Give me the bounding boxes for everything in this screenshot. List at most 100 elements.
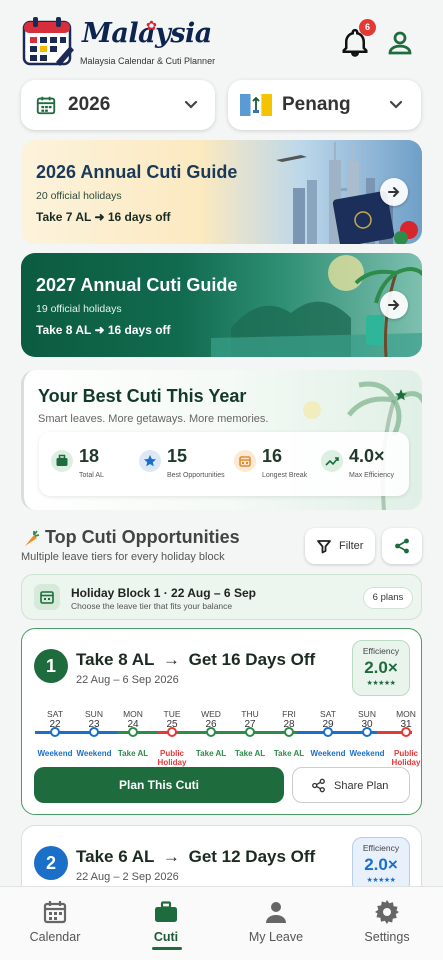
timeline-day: MON 31 Public Holiday xyxy=(386,709,426,767)
guide-card-2027[interactable]: 2027 Annual Cuti Guide 19 official holid… xyxy=(21,253,422,357)
top-opportunities-subtitle: Multiple leave tiers for every holiday b… xyxy=(21,551,225,563)
plan-rank: 2 xyxy=(34,846,68,880)
top-opportunities-title: Top Cuti Opportunities xyxy=(45,527,240,547)
timeline-dot xyxy=(401,727,411,737)
year-value: 2026 xyxy=(68,94,111,115)
calendar-icon xyxy=(34,584,60,610)
nav-item-calendar[interactable]: Calendar xyxy=(10,899,100,944)
briefcase-icon xyxy=(155,901,177,922)
day-type: Public Holiday xyxy=(391,749,421,767)
gear-icon xyxy=(375,900,399,924)
timeline-dot xyxy=(167,727,177,737)
guide-open-button[interactable] xyxy=(380,178,408,206)
timeline-dot xyxy=(206,727,216,737)
efficiency-value: 2.0× xyxy=(364,658,398,677)
star-icon xyxy=(139,450,161,472)
brand-subtitle: Malaysia Calendar & Cuti Planner xyxy=(80,56,216,66)
best-subtitle: Smart leaves. More getaways. More memori… xyxy=(38,413,269,425)
stat-value: 15 xyxy=(167,446,188,466)
stat-label: Best Opportunities xyxy=(167,472,225,479)
state-selector[interactable]: Penang xyxy=(228,80,421,130)
nav-item-settings[interactable]: Settings xyxy=(342,899,432,944)
guide-title: 2026 Annual Cuti Guide xyxy=(36,162,238,182)
calendar-icon xyxy=(36,96,56,115)
guide-title: 2027 Annual Cuti Guide xyxy=(36,275,238,295)
nav-label: Calendar xyxy=(29,930,81,944)
nav-item-cuti[interactable]: Cuti xyxy=(121,899,211,944)
guide-open-button[interactable] xyxy=(380,291,408,319)
notification-badge: 6 xyxy=(359,19,376,36)
holiday-block-header: Holiday Block 1 · 22 Aug – 6 Sep Choose … xyxy=(21,574,422,620)
chevron-down-icon xyxy=(184,100,198,109)
efficiency-badge: Efficiency 2.0× ★★★★★ xyxy=(352,640,410,696)
nav-item-my-leave[interactable]: My Leave xyxy=(231,899,321,944)
best-title: Your Best Cuti This Year xyxy=(38,386,247,406)
stat-value: 16 xyxy=(262,446,283,466)
day-name: THU xyxy=(241,709,259,719)
calendar-logo-icon[interactable] xyxy=(22,16,74,66)
plan-take-al: Take 8 AL xyxy=(76,650,155,669)
guide-take: Take 8 AL ➜ 16 days off xyxy=(36,323,171,337)
day-name: MON xyxy=(396,709,416,719)
profile-icon[interactable] xyxy=(385,28,415,58)
calendar-icon xyxy=(43,901,67,924)
carrot-icon xyxy=(25,530,40,546)
nav-label: Settings xyxy=(364,930,410,944)
plan-dates: 22 Aug – 6 Sep 2026 xyxy=(76,674,179,686)
hibiscus-icon: ✿ xyxy=(146,18,157,33)
day-type: Weekend xyxy=(310,749,346,758)
stat-label: Longest Break xyxy=(262,472,308,479)
efficiency-label: Efficiency xyxy=(362,646,400,656)
day-type: Weekend xyxy=(76,749,112,758)
guide-subtitle: 20 official holidays xyxy=(36,190,122,202)
share-button[interactable] xyxy=(382,528,422,564)
plan-days-off: Get 16 Days Off xyxy=(188,650,316,669)
day-name: WED xyxy=(201,709,221,719)
stat-label: Total AL xyxy=(79,472,104,479)
penang-flag-icon xyxy=(240,94,272,116)
timeline-day: TUE 25 Public Holiday xyxy=(152,709,192,767)
bottom-navigation: Calendar Cuti My Leave Settings xyxy=(0,886,443,960)
day-name: FRI xyxy=(282,709,296,719)
efficiency-stars: ★★★★★ xyxy=(366,877,396,884)
plan-this-cuti-button[interactable]: Plan This Cuti xyxy=(34,767,284,803)
plan-title: Take 6 AL → Get 12 Days Off xyxy=(76,847,315,867)
plan-dates: 22 Aug – 2 Sep 2026 xyxy=(76,871,179,883)
plan-card[interactable]: 1 Take 8 AL → Get 16 Days Off 22 Aug – 6… xyxy=(21,628,422,815)
person-icon xyxy=(266,902,286,923)
guide-card-2026[interactable]: 2026 Annual Cuti Guide 20 official holid… xyxy=(21,140,422,244)
day-type: Take AL xyxy=(234,749,266,758)
arrow-right-icon xyxy=(388,187,400,197)
timeline-dot xyxy=(323,727,333,737)
day-type: Weekend xyxy=(37,749,73,758)
day-type: Take AL xyxy=(273,749,305,758)
timeline-dot xyxy=(284,727,294,737)
share-icon xyxy=(395,538,409,554)
guide-take: Take 7 AL ➜ 16 days off xyxy=(36,210,171,224)
timeline-dot xyxy=(362,727,372,737)
filter-button[interactable]: Filter xyxy=(305,528,375,564)
plan-days-off: Get 12 Days Off xyxy=(188,847,316,866)
holiday-block-subtitle: Choose the leave tier that fits your bal… xyxy=(71,601,233,611)
arrow-right-icon: → xyxy=(162,650,180,669)
stats-panel: 18 Total AL 15 Best Opportunities 16 Lon… xyxy=(39,432,409,496)
best-cuti-card: Your Best Cuti This Year Smart leaves. M… xyxy=(21,370,422,510)
efficiency-badge: Efficiency 2.0× ★★★★★ xyxy=(352,837,410,893)
share-plan-button[interactable]: Share Plan xyxy=(292,767,410,803)
timeline-dot xyxy=(50,727,60,737)
share-plan-label: Share Plan xyxy=(334,780,389,792)
timeline-dot xyxy=(245,727,255,737)
day-name: MON xyxy=(123,709,143,719)
year-selector[interactable]: 2026 xyxy=(21,80,215,130)
app-header: Malaysia ✿ Malaysia Calendar & Cuti Plan… xyxy=(0,0,443,78)
active-tab-indicator xyxy=(152,947,182,950)
star-icon xyxy=(395,389,407,401)
day-name: SAT xyxy=(47,709,63,719)
share-icon xyxy=(312,778,325,793)
chevron-down-icon xyxy=(389,100,403,109)
guide-subtitle: 19 official holidays xyxy=(36,303,122,315)
plans-count-pill[interactable]: 6 plans xyxy=(363,587,413,609)
stat-value: 4.0× xyxy=(349,446,385,466)
filter-icon xyxy=(317,540,331,554)
day-name: SAT xyxy=(320,709,336,719)
